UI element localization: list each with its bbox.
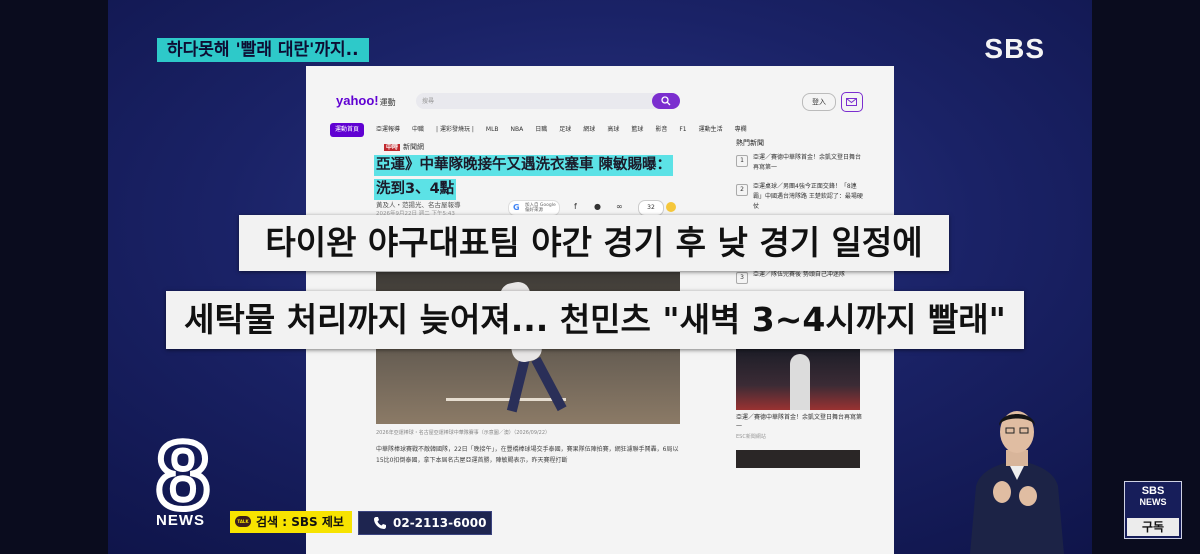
line-icon[interactable]: ● xyxy=(594,202,601,211)
facebook-icon[interactable]: f xyxy=(574,202,577,211)
phone-number: 02-2113-6000 xyxy=(393,516,487,530)
side-news-photo[interactable] xyxy=(736,450,860,468)
hot-news-rank: 3 xyxy=(736,272,748,284)
phone-report-badge: 02-2113-6000 xyxy=(358,511,492,535)
kakao-talk-icon: TALK xyxy=(235,516,251,527)
comment-count: 32 xyxy=(647,204,655,211)
news-logo-text: NEWS xyxy=(156,512,205,529)
nav-item[interactable]: MLB xyxy=(486,123,499,137)
hot-news-rank: 2 xyxy=(736,184,748,196)
yahoo-nav: 運動首頁 亞運報導 中職 | 運彩發燒玩 | MLB NBA 日職 足球 網球 高球 籃球 影音 F1 運… xyxy=(330,116,759,137)
source-tag: 中時 xyxy=(384,144,401,151)
right-letterbox xyxy=(1092,0,1200,554)
source-name: 新聞網 xyxy=(403,143,425,151)
google-icon: G xyxy=(513,203,520,212)
article-title-line2: 洗到3、4點 xyxy=(374,179,457,200)
yahoo-logo[interactable]: yahoo!運動 xyxy=(336,93,396,108)
search-icon xyxy=(661,96,671,106)
comment-button[interactable]: 32 xyxy=(638,200,664,216)
hot-news-text: 亞運桌球／男團4強今正面交鋒！「8連霸」中國遇台灣隊路 王楚欽認了：最場硬仗 xyxy=(753,183,863,210)
hot-news-text: 亞運／賽德中華隊首金！余凱文登日舞台再寫第一 xyxy=(753,154,862,171)
nav-item[interactable]: 籃球 xyxy=(631,123,643,137)
nav-item[interactable]: 專欄 xyxy=(735,123,747,137)
search-placeholder: 搜尋 xyxy=(422,98,435,105)
top-caption: 하다못해 '빨래 대란'까지.. xyxy=(157,38,369,62)
nav-item[interactable]: 足球 xyxy=(559,123,571,137)
article-title: 亞運》中華隊晚接午又遇洗衣塞車 陳敏賜曝： 洗到3、4點 xyxy=(374,154,684,202)
nav-item[interactable]: 高球 xyxy=(607,123,619,137)
article-body: 中華隊棒球賽戰不敵韓國隊，22日「晚接午」，在豐橋棒球場交手泰國，賽果隊伍陣拍賽… xyxy=(376,446,679,464)
subtitle-line2: 세탁물 처리까지 늦어져... 천민츠 "새벽 3~4시까지 빨래" xyxy=(166,291,1024,349)
nav-item[interactable]: 運動首頁 xyxy=(330,123,365,137)
subscribe-line3: 구독 xyxy=(1127,518,1179,536)
photo-athlete xyxy=(790,354,810,410)
nav-item[interactable]: 日職 xyxy=(535,123,547,137)
google-preferred-source-button[interactable]: G 加入自 Google 偏好來源 xyxy=(508,200,560,216)
subtitle-line1: 타이완 야구대표팀 야간 경기 후 낮 경기 일정에 xyxy=(239,215,949,271)
article-title-line1: 亞運》中華隊晚接午又遇洗衣塞車 陳敏賜曝： xyxy=(374,155,674,176)
source-badge: 中時 新聞網 xyxy=(384,142,424,152)
login-button[interactable]: 登入 xyxy=(802,93,836,111)
article-byline: 黃及人・范揚光、名古屋報導 xyxy=(376,201,461,209)
hot-news-title: 熱門新聞 xyxy=(736,139,764,147)
search-button[interactable] xyxy=(652,93,680,109)
kakao-report-badge: TALK 검색 : SBS 제보 xyxy=(230,511,352,533)
subscribe-line2: NEWS xyxy=(1139,497,1167,507)
nav-item[interactable]: 網球 xyxy=(583,123,595,137)
yahoo-logo-sub: 運動 xyxy=(379,98,396,107)
mail-button[interactable] xyxy=(841,92,863,112)
yahoo-header: yahoo!運動 搜尋 登入 xyxy=(306,66,894,112)
hot-news-rank: 1 xyxy=(736,155,748,167)
photo-batter-leg xyxy=(531,356,567,412)
left-letterbox xyxy=(0,0,108,554)
photo-home-plate xyxy=(446,398,566,401)
nav-item[interactable]: 運動生活 xyxy=(699,123,723,137)
mail-icon xyxy=(846,98,857,106)
nav-item[interactable]: F1 xyxy=(679,123,686,137)
subscribe-button[interactable]: SBS NEWS 구독 xyxy=(1124,481,1182,539)
side-news-source: ESC新聞網站 xyxy=(736,434,766,440)
nav-item[interactable]: 影音 xyxy=(655,123,667,137)
search-input[interactable]: 搜尋 xyxy=(416,93,680,109)
side-news-caption[interactable]: 亞運／賽德中華隊首金！余凱文登日舞台再寫第一 xyxy=(736,413,862,431)
google-pill-line2: 偏好來源 xyxy=(525,208,543,213)
nav-item[interactable]: 亞運報導 xyxy=(376,123,400,137)
nav-item[interactable]: NBA xyxy=(511,123,524,137)
photo-caption: 2026年亞運棒球・名古屋亞運棒球中華隊賽事（示意圖／澳）（2026/09/22… xyxy=(376,430,551,436)
yahoo-logo-main: yahoo! xyxy=(336,93,379,108)
nav-item[interactable]: | 運彩發燒玩 | xyxy=(436,123,474,137)
reaction-icon[interactable] xyxy=(666,202,676,212)
hot-news-text: 亞運／隊伍完賽後 勢頭自己冲迷隊 xyxy=(753,271,845,278)
phone-icon xyxy=(374,517,386,529)
sbs-logo: SBS xyxy=(984,33,1045,64)
sign-language-interpreter xyxy=(970,411,1064,554)
subscribe-line1: SBS xyxy=(1141,485,1165,497)
kakao-report-text: 검색 : SBS 제보 xyxy=(256,515,344,529)
side-news-photo[interactable] xyxy=(736,348,860,410)
link-icon[interactable]: ∞ xyxy=(616,202,623,211)
nav-item[interactable]: 中職 xyxy=(412,123,424,137)
